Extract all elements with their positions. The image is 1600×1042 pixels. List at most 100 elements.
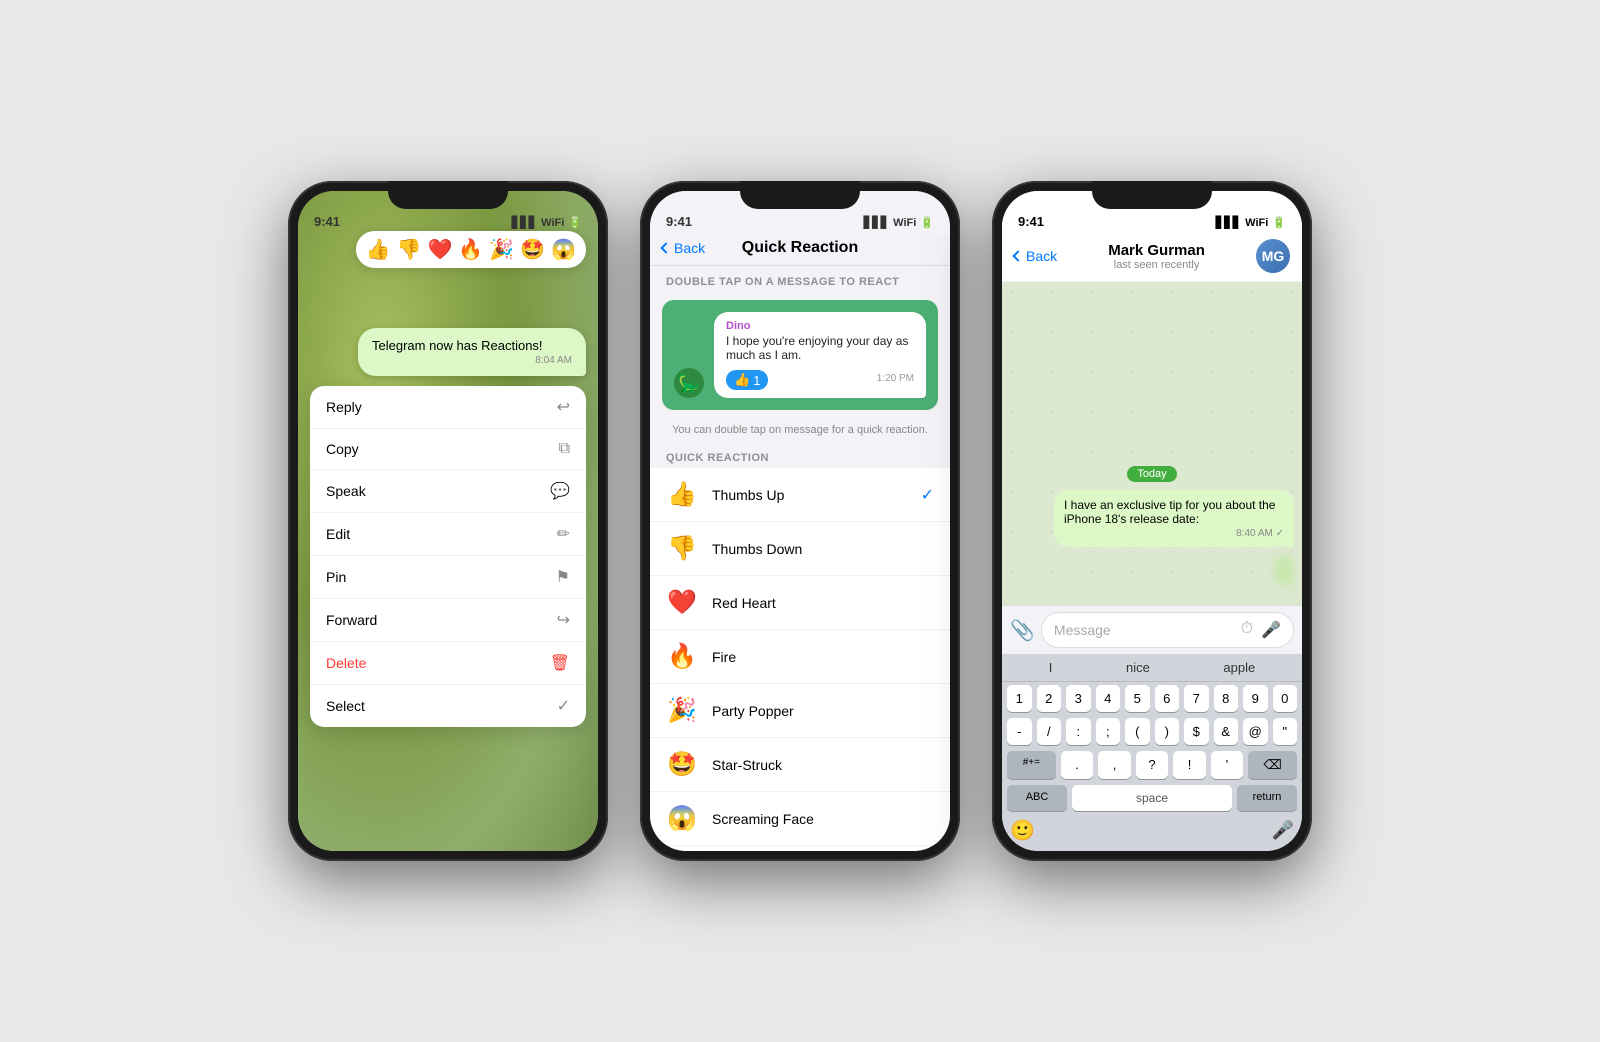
context-edit[interactable]: Edit ✏ xyxy=(310,513,586,556)
check-thumbsup: ✓ xyxy=(921,485,934,505)
chat-back-button[interactable]: Back xyxy=(1014,248,1057,264)
back-button[interactable]: Back xyxy=(662,240,705,256)
suggestion-3[interactable]: apple xyxy=(1223,660,1255,675)
emoji-scream: 😱 xyxy=(666,804,698,833)
emoji-starstruck: 🤩 xyxy=(666,750,698,779)
key-0[interactable]: 0 xyxy=(1273,685,1298,712)
keyboard-row-bottom: ABC space return xyxy=(1002,782,1302,814)
context-pin[interactable]: Pin ⚑ xyxy=(310,556,586,599)
reaction-item-thumbsdown[interactable]: 👎 Thumbs Down xyxy=(650,522,950,576)
chat-back-label: Back xyxy=(1026,248,1057,264)
reaction-party[interactable]: 🎉 xyxy=(489,237,514,262)
key-symbols-toggle[interactable]: #+= xyxy=(1007,751,1056,779)
message-bubble-1: I have an exclusive tip for you about th… xyxy=(1054,490,1294,547)
key-6[interactable]: 6 xyxy=(1155,685,1180,712)
key-at[interactable]: @ xyxy=(1243,718,1268,745)
context-delete[interactable]: Delete 🗑 xyxy=(310,642,586,685)
key-2[interactable]: 2 xyxy=(1037,685,1062,712)
preview-caption: You can double tap on message for a quic… xyxy=(650,418,950,442)
context-menu: Reply ↩ Copy ⧉ Speak 💬 Edit ✏ Pin ⚑ xyxy=(310,386,586,727)
emoji-fire: 🔥 xyxy=(666,642,698,671)
emoji-key[interactable]: 🙂 xyxy=(1010,818,1035,843)
reaction-item-scream[interactable]: 😱 Screaming Face xyxy=(650,792,950,846)
key-dollar[interactable]: $ xyxy=(1184,718,1209,745)
key-backspace[interactable]: ⌫ xyxy=(1248,751,1297,779)
reaction-item-starstruck[interactable]: 🤩 Star-Struck xyxy=(650,738,950,792)
key-dash[interactable]: - xyxy=(1007,718,1032,745)
mic-inline-icon[interactable]: 🎤 xyxy=(1261,620,1281,640)
section-label-2: QUICK REACTION xyxy=(650,442,950,468)
reaction-item-beaming[interactable]: 😁 Beaming Face xyxy=(650,846,950,851)
label-thumbsup: Thumbs Up xyxy=(712,487,907,503)
reactions-bar[interactable]: 👍 👎 ❤️ 🔥 🎉 🤩 😱 xyxy=(356,231,586,268)
suggestion-1[interactable]: I xyxy=(1049,660,1053,675)
key-semicolon[interactable]: ; xyxy=(1096,718,1121,745)
delete-icon: 🗑 xyxy=(550,653,570,673)
key-abc[interactable]: ABC xyxy=(1007,785,1067,811)
reaction-item-redheart[interactable]: ❤️ Red Heart xyxy=(650,576,950,630)
key-period[interactable]: . xyxy=(1061,751,1094,779)
context-forward[interactable]: Forward ↪ xyxy=(310,599,586,642)
back-chevron xyxy=(660,242,671,253)
reaction-item-thumbsup[interactable]: 👍 Thumbs Up ✓ xyxy=(650,468,950,522)
signal-icon: ▋▋▋ xyxy=(512,216,537,229)
key-8[interactable]: 8 xyxy=(1214,685,1239,712)
blurred-message xyxy=(1274,555,1294,585)
reaction-item-fire[interactable]: 🔥 Fire xyxy=(650,630,950,684)
suggestion-2[interactable]: nice xyxy=(1126,660,1150,675)
reaction-heart[interactable]: ❤️ xyxy=(427,237,452,262)
key-5[interactable]: 5 xyxy=(1125,685,1150,712)
key-quote[interactable]: " xyxy=(1273,718,1298,745)
input-right-icons: ⏱ 🎤 xyxy=(1241,620,1281,640)
status-icons-2: ▋▋▋ WiFi 🔋 xyxy=(864,216,934,229)
key-question[interactable]: ? xyxy=(1136,751,1169,779)
key-slash[interactable]: / xyxy=(1037,718,1062,745)
preview-message: I hope you're enjoying your day as much … xyxy=(726,334,914,362)
key-1[interactable]: 1 xyxy=(1007,685,1032,712)
message-text-1: I have an exclusive tip for you about th… xyxy=(1064,498,1275,526)
signal-icon-2: ▋▋▋ xyxy=(864,216,889,229)
reaction-starstruck[interactable]: 🤩 xyxy=(520,237,545,262)
attach-icon[interactable]: 📎 xyxy=(1010,618,1035,643)
key-exclaim[interactable]: ! xyxy=(1173,751,1206,779)
preview-bubble: Dino I hope you're enjoying your day as … xyxy=(714,312,926,398)
wifi-icon-2: WiFi xyxy=(893,217,916,229)
key-return[interactable]: return xyxy=(1237,785,1297,811)
reaction-fire[interactable]: 🔥 xyxy=(458,237,483,262)
key-comma[interactable]: , xyxy=(1098,751,1131,779)
chat-contact-status: last seen recently xyxy=(1065,259,1248,271)
key-7[interactable]: 7 xyxy=(1184,685,1209,712)
mic-key[interactable]: 🎤 xyxy=(1272,820,1294,841)
reaction-thumbsup[interactable]: 👍 xyxy=(366,237,391,262)
context-speak[interactable]: Speak 💬 xyxy=(310,470,586,513)
context-reply[interactable]: Reply ↩ xyxy=(310,386,586,429)
preview-reaction: 👍 1 xyxy=(726,370,768,390)
emoji-redheart: ❤️ xyxy=(666,588,698,617)
key-space[interactable]: space xyxy=(1072,785,1232,811)
key-4[interactable]: 4 xyxy=(1096,685,1121,712)
notch-2 xyxy=(740,181,860,209)
reaction-list: 👍 Thumbs Up ✓ 👎 Thumbs Down ❤️ Red Heart… xyxy=(650,468,950,851)
wifi-icon: WiFi xyxy=(541,217,564,229)
key-rparen[interactable]: ) xyxy=(1155,718,1180,745)
message-input-box[interactable]: Message ⏱ 🎤 xyxy=(1041,612,1294,648)
date-label: Today xyxy=(1127,466,1176,482)
key-apostrophe[interactable]: ' xyxy=(1211,751,1244,779)
key-lparen[interactable]: ( xyxy=(1125,718,1150,745)
context-select[interactable]: Select ✓ xyxy=(310,685,586,727)
context-copy[interactable]: Copy ⧉ xyxy=(310,429,586,470)
chat-header-info: Mark Gurman last seen recently xyxy=(1065,242,1248,271)
key-colon[interactable]: : xyxy=(1066,718,1091,745)
label-fire: Fire xyxy=(712,649,934,665)
chat-avatar: MG xyxy=(1256,239,1290,273)
key-9[interactable]: 9 xyxy=(1243,685,1268,712)
edit-icon: ✏ xyxy=(557,524,570,544)
chat-message-2 xyxy=(1054,551,1294,585)
reaction-more[interactable]: 😱 xyxy=(551,237,576,262)
key-amp[interactable]: & xyxy=(1214,718,1239,745)
key-3[interactable]: 3 xyxy=(1066,685,1091,712)
reaction-item-party[interactable]: 🎉 Party Popper xyxy=(650,684,950,738)
timer-icon[interactable]: ⏱ xyxy=(1241,620,1253,640)
reaction-thumbsdown[interactable]: 👎 xyxy=(397,237,422,262)
status-time-2: 9:41 xyxy=(666,214,692,229)
